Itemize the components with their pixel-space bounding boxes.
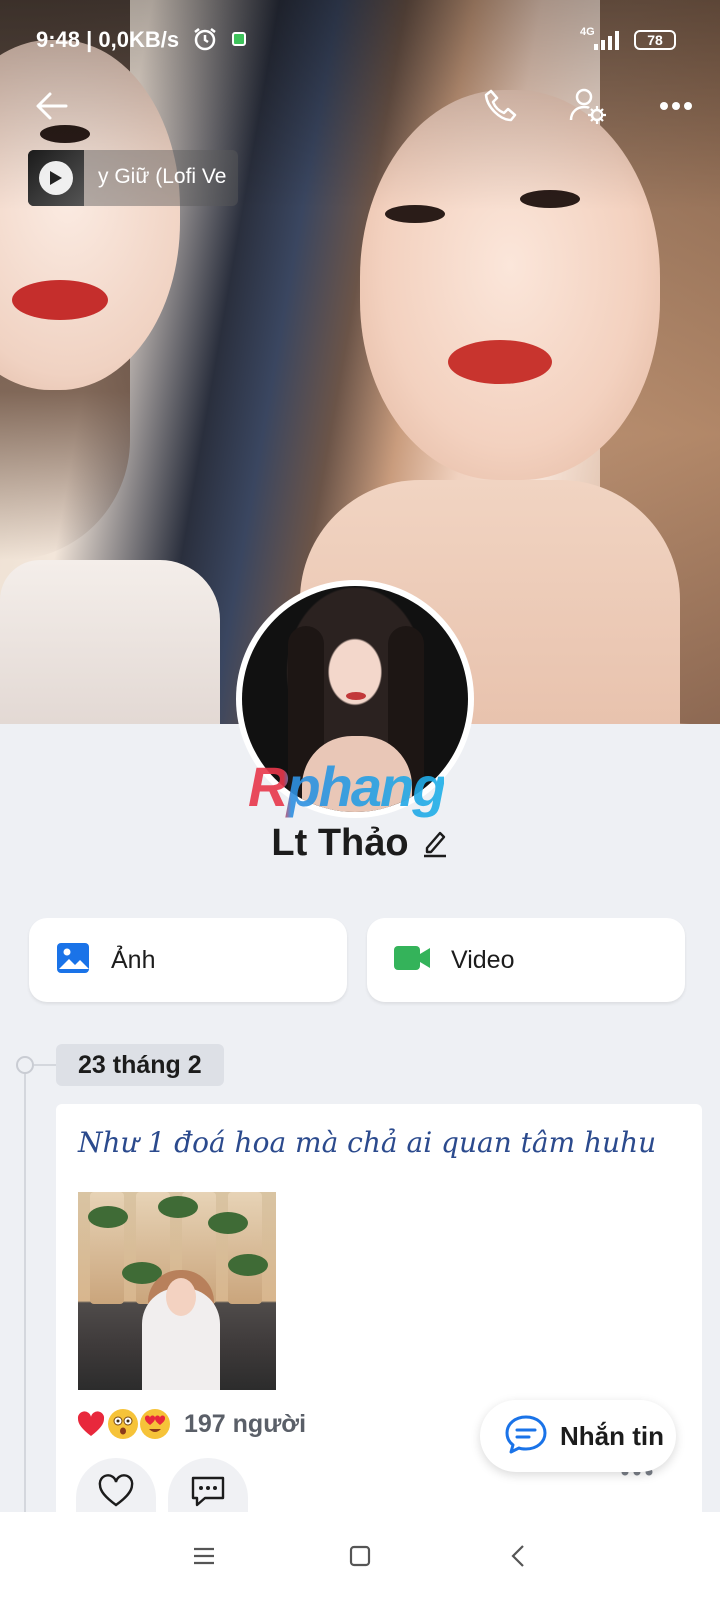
battery-icon: 78 <box>634 30 676 50</box>
back-button[interactable] <box>28 82 76 130</box>
home-button[interactable] <box>340 1536 380 1576</box>
music-thumbnail <box>28 150 84 206</box>
shocked-emoji-icon <box>108 1409 138 1439</box>
post-image[interactable] <box>78 1192 276 1390</box>
image-decor <box>228 1254 268 1276</box>
timeline-dot <box>16 1056 34 1074</box>
post-date: 23 tháng 2 <box>56 1044 224 1086</box>
profile-music[interactable]: y Giữ (Lofi Ve <box>28 150 238 206</box>
image-decor <box>228 1192 262 1304</box>
heart-outline-icon <box>98 1474 134 1507</box>
watermark: Rphang <box>248 755 446 818</box>
home-square-icon <box>349 1545 371 1567</box>
music-title: y Giữ (Lofi Ve <box>98 165 227 188</box>
profile-settings-button[interactable] <box>564 82 612 130</box>
cover-decor <box>12 280 108 320</box>
signal-icon <box>592 30 624 56</box>
photos-label: Ảnh <box>111 945 156 974</box>
heart-eyes-emoji-icon <box>140 1409 170 1439</box>
profile-name-row: Lt Thảo <box>0 818 720 868</box>
post-text: Như 1 đoá hoa mà chả ai quan tâm huhu <box>78 1126 657 1159</box>
edit-pencil-icon[interactable] <box>421 828 449 863</box>
avatar-decor <box>346 692 366 700</box>
more-button[interactable] <box>652 82 700 130</box>
notification-icon <box>232 32 246 46</box>
message-button[interactable]: Nhắn tin <box>480 1400 676 1472</box>
recent-apps-button[interactable] <box>184 1536 224 1576</box>
image-decor <box>208 1212 248 1234</box>
status-time: 9:48 | 0,0KB/s <box>36 27 180 52</box>
image-icon <box>55 940 91 981</box>
image-decor <box>158 1196 198 1218</box>
message-label: Nhắn tin <box>560 1420 664 1451</box>
video-camera-icon <box>393 943 431 978</box>
menu-icon <box>194 1547 214 1565</box>
phone-icon <box>484 89 517 122</box>
system-nav-bar <box>0 1512 720 1600</box>
image-decor <box>88 1206 128 1228</box>
play-icon[interactable] <box>39 161 73 195</box>
alarm-icon <box>192 26 218 58</box>
cover-decor <box>0 560 220 724</box>
call-button[interactable] <box>477 82 525 130</box>
profile-name: Lt Thảo <box>271 821 409 864</box>
image-decor <box>166 1278 196 1316</box>
back-arrow-icon <box>36 92 68 120</box>
chevron-left-icon <box>511 1545 524 1567</box>
videos-label: Video <box>451 945 515 974</box>
chat-bubble-icon <box>504 1414 548 1459</box>
timeline-line <box>24 1062 26 1512</box>
user-settings-icon <box>569 88 606 124</box>
timeline-connector <box>34 1064 56 1066</box>
reaction-count: 197 người <box>184 1409 307 1438</box>
system-back-button[interactable] <box>498 1536 538 1576</box>
more-dots-icon <box>660 102 692 110</box>
status-bar: 9:48 | 0,0KB/s 4G 78 <box>0 0 720 80</box>
photos-button[interactable]: Ảnh <box>29 918 347 1002</box>
cover-decor <box>448 340 552 384</box>
heart-emoji-icon <box>76 1409 106 1439</box>
reaction-summary[interactable]: 197 người <box>76 1409 306 1439</box>
comment-icon <box>191 1476 225 1507</box>
videos-button[interactable]: Video <box>367 918 685 1002</box>
